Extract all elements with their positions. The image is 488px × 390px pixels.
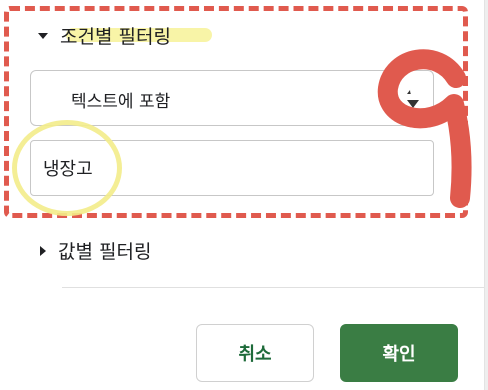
value-filter-label: 값별 필터링 bbox=[58, 241, 152, 263]
annotation-number-nine-mark bbox=[377, 49, 472, 208]
annotation-circle bbox=[12, 120, 122, 216]
value-filter-section-toggle[interactable]: 값별 필터링 bbox=[40, 237, 151, 264]
ok-button[interactable]: 확인 bbox=[340, 324, 458, 382]
caret-right-icon bbox=[40, 245, 46, 256]
divider bbox=[62, 287, 484, 288]
cancel-button[interactable]: 취소 bbox=[196, 324, 314, 382]
